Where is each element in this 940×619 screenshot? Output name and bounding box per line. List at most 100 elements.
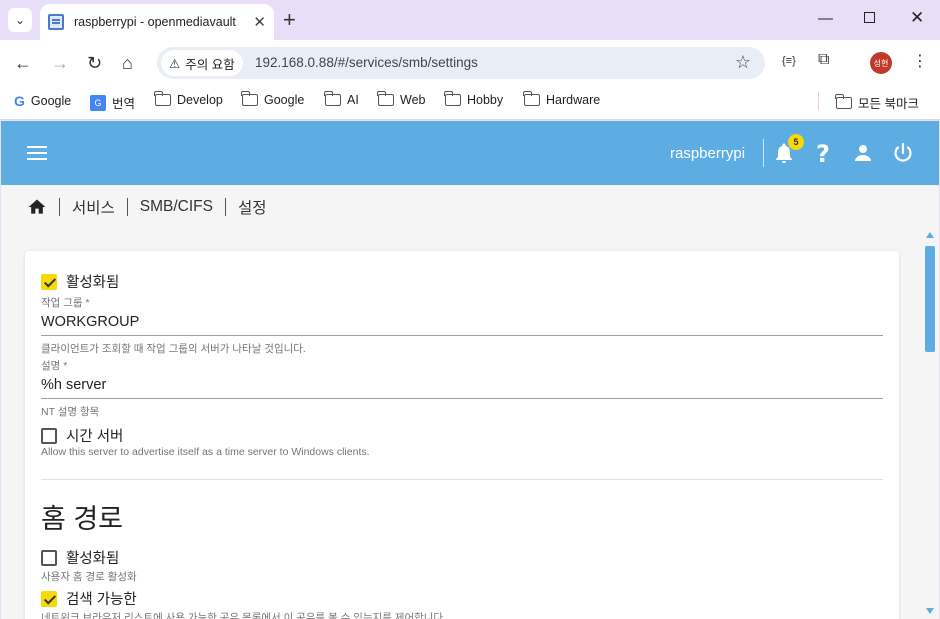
- help-icon[interactable]: ?: [811, 141, 835, 165]
- page-content: 서비스 SMB/CIFS 설정 활성화됨 작업 그룹 * WORKGROUP 클…: [1, 185, 939, 619]
- tab-title: raspberrypi - openmediavault: [74, 15, 236, 29]
- browser-tab-strip: ⌄ raspberrypi - openmediavault ✕ + — ✕: [0, 0, 940, 40]
- home-enabled-checkbox[interactable]: [41, 549, 57, 566]
- breadcrumb-settings: 설정: [237, 200, 267, 217]
- bookmark-google[interactable]: G Google: [14, 93, 71, 109]
- window-close-icon[interactable]: ✕: [910, 8, 924, 28]
- time-server-label: 시간 서버: [66, 429, 124, 445]
- scroll-thumb[interactable]: [925, 246, 935, 352]
- bookmarks-divider: [818, 92, 819, 110]
- star-icon[interactable]: ☆: [735, 52, 751, 73]
- folder-icon: [324, 91, 341, 106]
- puzzle-icon[interactable]: ⧉: [818, 51, 829, 69]
- browser-tab[interactable]: raspberrypi - openmediavault ✕: [40, 4, 274, 40]
- folder-icon: [444, 91, 461, 106]
- openmediavault-favicon-icon: [48, 14, 64, 30]
- security-chip[interactable]: ⚠ 주의 요함: [161, 50, 243, 76]
- home-icon[interactable]: ⌂: [122, 53, 133, 73]
- bookmark-label: Web: [400, 93, 426, 107]
- breadcrumb-smb[interactable]: SMB/CIFS: [140, 198, 213, 216]
- description-label: 설명 *: [41, 360, 68, 372]
- bookmark-label: Google: [264, 93, 305, 107]
- time-server-checkbox[interactable]: [41, 427, 57, 444]
- bookmark-google-folder[interactable]: Google: [241, 91, 305, 107]
- notification-badge: 5: [788, 134, 804, 150]
- browser-toolbar: ← → ↻ ⌂ ⚠ 주의 요함 192.168.0.88/#/services/…: [0, 40, 940, 86]
- bookmark-label: Hobby: [467, 93, 504, 107]
- bookmark-label: Develop: [177, 93, 223, 107]
- header-divider: [763, 139, 764, 167]
- browseable-checkbox-row[interactable]: 검색 가능한: [41, 588, 137, 609]
- breadcrumb: 서비스 SMB/CIFS 설정: [27, 196, 267, 218]
- browseable-checkbox[interactable]: [41, 590, 57, 607]
- new-tab-button[interactable]: +: [283, 8, 296, 32]
- time-server-checkbox-row[interactable]: 시간 서버: [41, 425, 123, 446]
- url-text[interactable]: 192.168.0.88/#/services/smb/settings: [255, 55, 478, 70]
- scroll-down-arrow-icon[interactable]: [926, 608, 934, 614]
- bookmark-label: Hardware: [546, 93, 601, 107]
- settings-card: 활성화됨 작업 그룹 * WORKGROUP 클라이언트가 조회할 때 작업 그…: [25, 251, 899, 619]
- security-chip-label: 주의 요함: [185, 57, 235, 72]
- home-section-title: 홈 경로: [41, 504, 124, 534]
- all-bookmarks[interactable]: 모든 북마크: [835, 93, 919, 112]
- folder-icon: [523, 91, 540, 106]
- more-menu-icon[interactable]: ⋮: [912, 51, 928, 71]
- section-divider: [41, 479, 883, 480]
- description-underline: [41, 398, 883, 399]
- browseable-hint: 네트워크 브라우저 리스트에 사용 가능한 공유 목록에서 이 공유를 볼 수 …: [41, 612, 447, 619]
- close-icon[interactable]: ✕: [253, 13, 266, 31]
- power-icon[interactable]: [891, 141, 915, 165]
- home-enabled-checkbox-row[interactable]: 활성화됨: [41, 547, 119, 568]
- warning-icon: ⚠: [169, 56, 181, 71]
- folder-icon: [377, 91, 394, 106]
- bookmark-ai[interactable]: AI: [324, 91, 359, 107]
- bookmark-label: 모든 북마크: [858, 97, 919, 111]
- svg-text:?: ?: [816, 141, 830, 165]
- menu-icon[interactable]: [27, 146, 47, 160]
- back-arrow-icon[interactable]: ←: [14, 53, 32, 73]
- address-bar[interactable]: ⚠ 주의 요함 192.168.0.88/#/services/smb/sett…: [157, 47, 765, 79]
- folder-icon: [835, 93, 852, 109]
- scroll-up-arrow-icon[interactable]: [926, 232, 934, 238]
- workgroup-hint: 클라이언트가 조회할 때 작업 그룹의 서버가 나타날 것입니다.: [41, 343, 306, 355]
- bookmarks-bar: G Google G 번역 Develop Google AI Web Hobb…: [0, 86, 940, 120]
- chevron-down-icon: ⌄: [14, 13, 26, 27]
- browseable-label: 검색 가능한: [66, 592, 137, 608]
- tab-search-button[interactable]: ⌄: [8, 8, 32, 32]
- reload-icon[interactable]: ↻: [87, 53, 102, 73]
- enabled-checkbox[interactable]: [41, 273, 57, 290]
- bookmark-hardware[interactable]: Hardware: [523, 91, 601, 107]
- bookmark-label: AI: [347, 93, 359, 107]
- folder-icon: [154, 91, 171, 106]
- bookmark-label: 번역: [112, 97, 136, 111]
- description-input[interactable]: %h server: [41, 377, 106, 393]
- bookmark-label: Google: [30, 94, 72, 108]
- bookmark-translate[interactable]: G 번역: [90, 93, 135, 112]
- time-server-hint: Allow this server to advertise itself as…: [41, 446, 370, 458]
- folder-icon: [241, 91, 258, 106]
- workgroup-input[interactable]: WORKGROUP: [41, 314, 139, 330]
- home-icon[interactable]: [27, 197, 47, 217]
- extension-code-icon[interactable]: {≡}: [782, 55, 796, 67]
- google-icon: G: [14, 93, 25, 109]
- translate-icon: G: [90, 94, 106, 111]
- page-scrollbar[interactable]: [924, 232, 936, 619]
- user-icon[interactable]: [851, 141, 875, 165]
- home-enabled-label: 활성화됨: [66, 551, 120, 567]
- bookmark-web[interactable]: Web: [377, 91, 426, 107]
- home-enabled-hint: 사용자 홈 경로 활성화: [41, 571, 137, 583]
- maximize-icon[interactable]: [864, 12, 875, 23]
- app-header: raspberrypi 5 ?: [1, 121, 939, 185]
- enabled-label: 활성화됨: [66, 275, 120, 291]
- hostname: raspberrypi: [670, 145, 746, 162]
- description-hint: NT 설명 항목: [41, 406, 100, 418]
- minimize-icon[interactable]: —: [818, 10, 833, 27]
- enabled-checkbox-row[interactable]: 활성화됨: [41, 271, 119, 292]
- bookmark-develop[interactable]: Develop: [154, 91, 223, 107]
- workgroup-label: 작업 그룹 *: [41, 297, 90, 309]
- breadcrumb-services[interactable]: 서비스: [72, 196, 115, 218]
- bookmark-hobby[interactable]: Hobby: [444, 91, 504, 107]
- workgroup-underline: [41, 335, 883, 336]
- forward-arrow-icon[interactable]: →: [51, 53, 69, 73]
- profile-avatar[interactable]: 성현: [870, 52, 892, 74]
